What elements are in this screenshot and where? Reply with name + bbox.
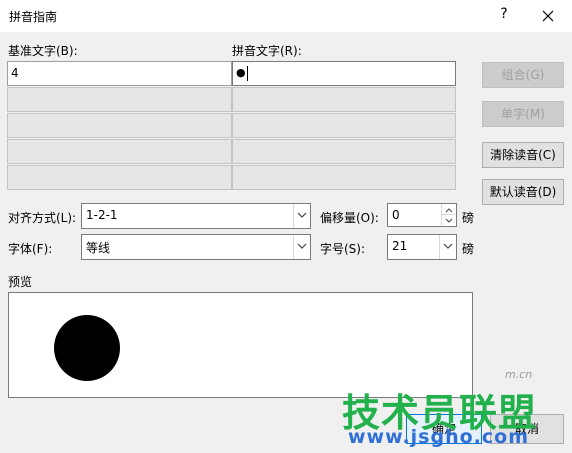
mono-button[interactable]: 单字(M) bbox=[482, 101, 564, 127]
pinyin-text-cell[interactable]: ● bbox=[232, 61, 456, 86]
chevron-down-icon bbox=[443, 243, 453, 249]
chevron-down-icon bbox=[445, 218, 453, 223]
close-icon bbox=[542, 10, 554, 22]
close-button[interactable] bbox=[538, 6, 558, 26]
stepper-down-button[interactable] bbox=[442, 215, 456, 226]
pinyin-text-label: 拼音文字(R): bbox=[232, 44, 302, 58]
size-label: 字号(S): bbox=[320, 242, 366, 256]
font-select[interactable]: 等线 bbox=[81, 234, 311, 260]
offset-value: 0 bbox=[392, 208, 400, 222]
offset-unit: 磅 bbox=[462, 211, 475, 225]
watermark-url: www.jsgho.com bbox=[348, 426, 529, 448]
base-text-cell[interactable]: 4 bbox=[7, 61, 232, 86]
alignment-label: 对齐方式(L): bbox=[8, 211, 77, 225]
alignment-select[interactable]: 1-2-1 bbox=[81, 203, 311, 229]
size-unit: 磅 bbox=[462, 242, 475, 256]
stepper-up-button[interactable] bbox=[442, 204, 456, 215]
base-text-cell[interactable] bbox=[7, 113, 232, 138]
font-value: 等线 bbox=[86, 241, 111, 255]
group-button[interactable]: 组合(G) bbox=[482, 62, 564, 88]
title-bar bbox=[0, 0, 572, 32]
chevron-down-icon bbox=[297, 212, 307, 218]
base-text-cell[interactable] bbox=[7, 139, 232, 164]
base-text-label: 基准文字(B): bbox=[8, 44, 78, 58]
size-select[interactable]: 21 bbox=[387, 234, 457, 260]
text-caret bbox=[247, 66, 248, 81]
chevron-up-icon bbox=[445, 208, 453, 213]
alignment-value: 1-2-1 bbox=[86, 208, 118, 222]
preview-ruby-dot bbox=[54, 315, 120, 381]
chevron-down-icon bbox=[297, 243, 307, 249]
offset-label: 偏移量(O): bbox=[320, 211, 379, 225]
offset-stepper[interactable]: 0 bbox=[387, 203, 457, 227]
dialog-title: 拼音指南 bbox=[9, 10, 58, 24]
pinyin-text-cell[interactable] bbox=[232, 87, 456, 112]
help-button[interactable]: ? bbox=[497, 6, 511, 24]
default-reading-button[interactable]: 默认读音(D) bbox=[482, 179, 564, 205]
clear-reading-button[interactable]: 清除读音(C) bbox=[482, 142, 564, 168]
pinyin-text-cell[interactable] bbox=[232, 165, 456, 190]
watermark-small-text: m.cn bbox=[505, 368, 533, 381]
base-text-cell[interactable] bbox=[7, 165, 232, 190]
pinyin-text-cell[interactable] bbox=[232, 113, 456, 138]
pinyin-text-cell[interactable] bbox=[232, 139, 456, 164]
base-text-cell[interactable] bbox=[7, 87, 232, 112]
preview-label: 预览 bbox=[8, 275, 33, 289]
font-label: 字体(F): bbox=[8, 242, 53, 256]
size-value: 21 bbox=[392, 239, 408, 253]
